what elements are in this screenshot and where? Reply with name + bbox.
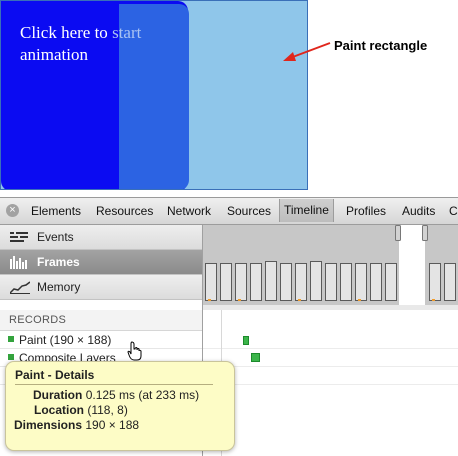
devtools-tabbar: × Elements Resources Network Sources Tim…: [0, 198, 458, 225]
animation-demo-area[interactable]: Click here to start animation: [0, 0, 308, 190]
timeline-right-panel: [202, 225, 458, 456]
tooltip-duration-row: Duration 0.125 ms (at 233 ms): [33, 388, 199, 402]
location-label: Location: [34, 403, 84, 417]
callout-label: Paint rectangle: [334, 38, 428, 53]
records-title: RECORDS: [9, 314, 67, 326]
tab-timeline[interactable]: Timeline: [279, 199, 334, 222]
duration-value: 0.125 ms (at 233 ms): [85, 388, 200, 402]
start-text-part1: Click here to: [20, 23, 113, 42]
tab-sources[interactable]: Sources: [227, 204, 271, 218]
tab-audits[interactable]: Audits: [402, 204, 435, 218]
record-label: Paint (190 × 188): [19, 333, 112, 347]
paint-details-tooltip: Paint - Details Duration 0.125 ms (at 23…: [5, 361, 235, 451]
record-row-paint[interactable]: Paint (190 × 188): [0, 331, 202, 349]
overview-right-handle: [422, 225, 428, 241]
memory-icon: [10, 281, 30, 294]
grid-row: [203, 349, 458, 367]
callout-arrow-icon: [283, 42, 331, 61]
tooltip-dimensions-row: Dimensions 190 × 188: [14, 418, 139, 432]
dimensions-value: 190 × 188: [85, 418, 140, 432]
tooltip-title: Paint - Details: [15, 368, 95, 382]
overview-left-handle: [395, 225, 401, 241]
overview-selection-window: [399, 225, 425, 305]
mode-memory[interactable]: Memory: [0, 275, 202, 300]
tab-profiles[interactable]: Profiles: [346, 204, 386, 218]
record-color-swatch: [8, 336, 14, 342]
paint-event-bar[interactable]: [243, 336, 249, 345]
duration-label: Duration: [33, 388, 83, 402]
dimensions-label: Dimensions: [14, 418, 83, 432]
mode-label: Events: [37, 230, 74, 244]
record-color-swatch: [8, 354, 14, 360]
tooltip-divider: [15, 384, 213, 385]
frames-overview[interactable]: [203, 225, 458, 305]
tab-network[interactable]: Network: [167, 204, 211, 218]
mode-label: Memory: [37, 280, 81, 294]
events-icon: [10, 232, 28, 242]
start-text-faded: start: [112, 23, 142, 42]
timeline-records-grid: [203, 310, 458, 456]
frames-icon: [10, 256, 27, 269]
records-header: RECORDS: [0, 310, 202, 331]
composite-event-bar[interactable]: [251, 353, 260, 362]
grid-row: [203, 367, 458, 385]
tab-resources[interactable]: Resources: [96, 204, 153, 218]
frames-overview-chart: [203, 225, 458, 305]
start-animation-text[interactable]: Click here to start animation: [20, 22, 170, 66]
tab-elements[interactable]: Elements: [31, 204, 81, 218]
tab-overflow[interactable]: C: [449, 204, 458, 218]
tooltip-location-row: Location (118, 8): [34, 403, 128, 417]
grid-row: [203, 331, 458, 349]
close-icon[interactable]: ×: [6, 204, 19, 217]
mode-frames[interactable]: Frames: [0, 250, 202, 275]
mode-events[interactable]: Events: [0, 225, 202, 250]
location-value: (118, 8): [87, 403, 128, 417]
mode-label: Frames: [37, 255, 80, 269]
hand-cursor-icon: [127, 341, 142, 361]
start-text-part2: animation: [20, 45, 88, 64]
